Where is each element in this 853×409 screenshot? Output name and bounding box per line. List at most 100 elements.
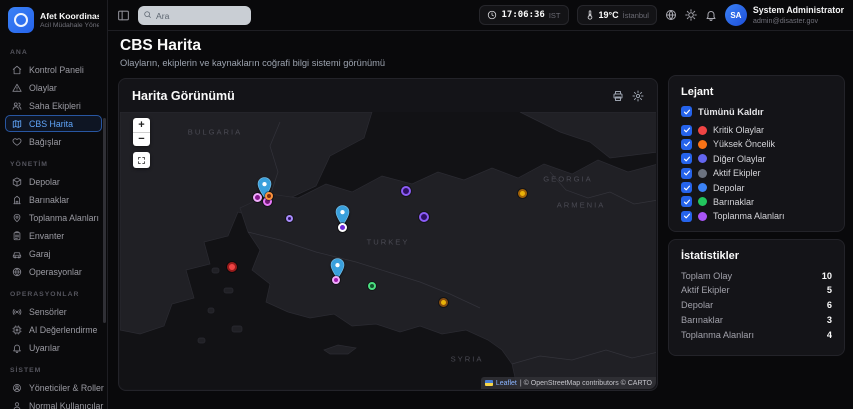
search-input[interactable] — [138, 6, 251, 25]
sidebar-item-uyarılar[interactable]: Uyarılar — [5, 339, 102, 356]
map-circle-marker[interactable] — [265, 192, 273, 200]
user-icon — [12, 401, 22, 409]
legend-color-dot — [698, 140, 707, 149]
legend-item-label: Yüksek Öncelik — [713, 139, 775, 149]
topbar: 17:06:36 IST 19°C İstanbul SA System Adm… — [108, 0, 853, 31]
notifications-bell-icon[interactable] — [705, 9, 717, 21]
legend-color-dot — [698, 169, 707, 178]
sidebar-item-kontrol-paneli[interactable]: Kontrol Paneli — [5, 61, 102, 78]
map-circle-marker[interactable] — [286, 215, 293, 222]
heart-icon — [12, 137, 22, 147]
legend-toggle-label: Tümünü Kaldır — [698, 107, 764, 117]
sidebar-nav: ANAKontrol PaneliOlaylarSaha EkipleriCBS… — [0, 39, 107, 409]
sidebar-item-ai-değerlendirme[interactable]: AI Değerlendirme — [5, 321, 102, 338]
roles-icon — [12, 383, 22, 393]
statistics-panel: İstatistikler Toplam Olay10Aktif Ekipler… — [668, 239, 845, 356]
sidebar-item-envanter[interactable]: Envanter — [5, 227, 102, 244]
stat-label: Aktif Ekipler — [681, 285, 730, 295]
sidebar-item-operasyonlar[interactable]: Operasyonlar — [5, 263, 102, 280]
map-circle-marker[interactable] — [332, 276, 340, 284]
legend-item-label: Aktif Ekipler — [713, 168, 761, 178]
checkbox-checked-icon — [681, 211, 692, 222]
map-circle-marker[interactable] — [439, 298, 448, 307]
users-icon — [12, 101, 22, 111]
app-tagline: Acil Müdahale Yönetim Sist... — [40, 22, 99, 29]
map-circle-marker[interactable] — [518, 189, 527, 198]
map-zoom-control: + − — [133, 118, 150, 146]
sidebar-item-barınaklar[interactable]: Barınaklar — [5, 191, 102, 208]
legend-item-yüksek-öncelik[interactable]: Yüksek Öncelik — [681, 139, 832, 149]
stat-row-toplam-olay: Toplam Olay10 — [681, 271, 832, 281]
sidebar-scrollbar[interactable] — [103, 118, 106, 323]
user-name: System Administrator — [753, 5, 844, 15]
map-attribution: Leaflet | © OpenStreetMap contributors ©… — [481, 377, 656, 389]
sidebar-item-label: Uyarılar — [29, 343, 60, 353]
sidebar-item-garaj[interactable]: Garaj — [5, 245, 102, 262]
sidebar-item-yöneticiler-&-roller[interactable]: Yöneticiler & Roller — [5, 379, 102, 396]
sidebar-section-label: YÖNETİM — [0, 151, 107, 172]
page-title: CBS Harita — [120, 37, 201, 55]
legend-item-barınaklar[interactable]: Barınaklar — [681, 197, 832, 207]
sidebar-item-label: Olaylar — [29, 83, 57, 93]
sidebar-item-saha-ekipleri[interactable]: Saha Ekipleri — [5, 97, 102, 114]
globe-icon — [12, 267, 22, 277]
sidebar-item-label: Garaj — [29, 249, 51, 259]
stat-row-barınaklar: Barınaklar3 — [681, 315, 832, 325]
map-icon — [12, 119, 22, 129]
thermometer-icon — [585, 10, 595, 20]
sidebar-item-label: Sensörler — [29, 307, 67, 317]
zoom-out-button[interactable]: − — [133, 132, 150, 146]
settings-gear-icon[interactable] — [632, 90, 644, 102]
sidebar-item-depolar[interactable]: Depolar — [5, 173, 102, 190]
sidebar-item-bağışlar[interactable]: Bağışlar — [5, 133, 102, 150]
map-canvas[interactable]: BULGARIAGEORGIAARMENIATURKEYSYRIA + − Le… — [120, 112, 656, 389]
legend-item-label: Barınaklar — [713, 197, 754, 207]
map-country-label: TURKEY — [367, 238, 410, 247]
map-circle-marker[interactable] — [253, 193, 262, 202]
current-time: 17:06:36 — [501, 10, 544, 20]
legend-item-label: Depolar — [713, 183, 745, 193]
map-circle-marker[interactable] — [419, 212, 429, 222]
clock-icon — [487, 10, 497, 20]
map-circle-marker[interactable] — [368, 282, 376, 290]
leaflet-link[interactable]: Leaflet — [496, 380, 517, 387]
legend-item-diğer-olaylar[interactable]: Diğer Olaylar — [681, 154, 832, 164]
sidebar-item-normal-kullanıcılar[interactable]: Normal Kullanıcılar — [5, 397, 102, 409]
pin-icon — [12, 213, 22, 223]
map-circle-marker[interactable] — [401, 186, 411, 196]
sidebar-item-sensörler[interactable]: Sensörler — [5, 303, 102, 320]
checkbox-checked-icon — [681, 153, 692, 164]
legend-panel: Lejant Tümünü Kaldır Kritik OlaylarYükse… — [668, 75, 845, 232]
fullscreen-icon — [137, 156, 146, 165]
map-circle-marker[interactable] — [338, 223, 347, 232]
map-country-label: BULGARIA — [188, 128, 242, 137]
legend-item-depolar[interactable]: Depolar — [681, 183, 832, 193]
sidebar-toggle-icon[interactable] — [117, 9, 130, 22]
legend-toggle-all[interactable]: Tümünü Kaldır — [681, 106, 832, 117]
print-icon[interactable] — [612, 90, 624, 102]
checkbox-checked-icon — [681, 196, 692, 207]
temperature-value: 19°C — [599, 10, 619, 20]
package-icon — [12, 177, 22, 187]
map-card-header: Harita Görünümü — [119, 79, 657, 112]
search-box — [138, 6, 251, 25]
fullscreen-button[interactable] — [133, 152, 150, 168]
map-circle-marker[interactable] — [227, 262, 237, 272]
flag-icon — [485, 380, 493, 386]
legend-item-toplanma-alanları[interactable]: Toplanma Alanları — [681, 211, 832, 221]
sidebar-item-toplanma-alanları[interactable]: Toplanma Alanları — [5, 209, 102, 226]
legend-item-label: Toplanma Alanları — [713, 211, 785, 221]
legend-item-aktif-ekipler[interactable]: Aktif Ekipler — [681, 168, 832, 178]
theme-sun-icon[interactable] — [685, 9, 697, 21]
legend-color-dot — [698, 183, 707, 192]
sidebar-item-label: Toplanma Alanları — [29, 213, 99, 223]
legend-color-dot — [698, 154, 707, 163]
stat-row-aktif-ekipler: Aktif Ekipler 5 — [681, 286, 832, 296]
zoom-in-button[interactable]: + — [133, 118, 150, 132]
legend-item-kritik-olaylar[interactable]: Kritik Olaylar — [681, 125, 832, 135]
sidebar-item-cbs-harita[interactable]: CBS Harita — [5, 115, 102, 132]
language-globe-icon[interactable] — [665, 9, 677, 21]
stat-value: 5 — [827, 285, 832, 295]
sidebar-item-olaylar[interactable]: Olaylar — [5, 79, 102, 96]
user-menu[interactable]: SA System Administrator admin@disaster.g… — [725, 4, 844, 26]
